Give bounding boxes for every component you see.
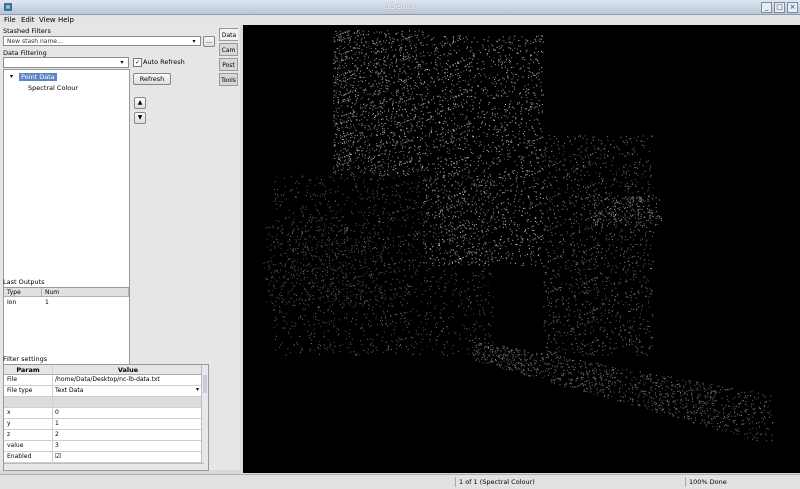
param-cell: x xyxy=(7,409,11,416)
param-cell: File xyxy=(7,376,17,383)
auto-refresh-checkbox[interactable]: ✓ xyxy=(133,58,142,67)
chevron-down-icon[interactable]: ▾ xyxy=(189,37,199,45)
filter-settings-scrollbar[interactable] xyxy=(201,365,208,471)
tab-data[interactable]: Data xyxy=(219,28,238,41)
filter-tree[interactable]: ▾ Point Data Spectral Colour xyxy=(3,69,130,297)
expand-icon[interactable]: ▾ xyxy=(10,73,13,80)
outputs-label: Last Outputs xyxy=(3,278,45,286)
filter-header-param: Param xyxy=(4,365,52,375)
param-cell: File type xyxy=(7,387,32,394)
window-title: 3Depict xyxy=(0,2,800,11)
value-cell[interactable]: 1 xyxy=(55,420,59,427)
status-bar: 1 of 1 (Spectral Colour) 100% Done xyxy=(0,474,800,489)
param-cell: y xyxy=(7,420,11,427)
outputs-cell-type: Ion xyxy=(7,299,16,306)
enabled-checkbox[interactable]: ☑ xyxy=(55,452,61,460)
tab-tools[interactable]: Tools xyxy=(219,73,238,86)
title-bar: 3Depict _ □ × xyxy=(0,0,800,15)
filter-row-y[interactable]: y 1 xyxy=(4,419,209,430)
filter-row-z[interactable]: z 2 xyxy=(4,430,209,441)
menu-file[interactable]: File xyxy=(4,16,16,24)
chevron-down-icon[interactable]: ▾ xyxy=(117,58,127,66)
filter-row-file[interactable]: File /home/Data/Desktop/nc-lb-data.txt xyxy=(4,375,209,386)
scrollbar-thumb[interactable] xyxy=(203,375,207,393)
value-cell[interactable]: 0 xyxy=(55,409,59,416)
outputs-header-type[interactable]: Type xyxy=(4,288,42,297)
maximize-icon[interactable]: □ xyxy=(774,2,785,13)
3d-viewport[interactable] xyxy=(243,25,800,473)
move-down-button[interactable]: ▼ xyxy=(134,112,146,124)
filter-row-value[interactable]: value 3 xyxy=(4,441,209,452)
filter-header-value: Value xyxy=(52,365,204,375)
param-cell: Enabled xyxy=(7,453,31,460)
value-cell[interactable]: 2 xyxy=(55,431,59,438)
menu-view[interactable]: View xyxy=(39,16,56,24)
chevron-down-icon[interactable]: ▾ xyxy=(196,386,199,393)
filter-row-enabled[interactable]: Enabled ☑ xyxy=(4,452,209,463)
column-divider xyxy=(52,365,53,471)
stash-combo[interactable]: New stash name... ▾ xyxy=(3,36,201,46)
menu-help[interactable]: Help xyxy=(58,16,74,24)
filter-settings-table: Param Value File /home/Data/Desktop/nc-l… xyxy=(3,364,209,471)
menu-bar: File Edit View Help xyxy=(0,15,800,25)
outputs-cell-num: 1 xyxy=(45,299,49,306)
left-panel: Stashed Filters New stash name... ▾ ... … xyxy=(0,25,218,470)
horizontal-scrollbar[interactable] xyxy=(4,463,204,470)
status-left xyxy=(0,477,455,487)
param-cell: z xyxy=(7,431,10,438)
filter-row-x[interactable]: x 0 xyxy=(4,408,209,419)
tree-item-point-data[interactable]: Point Data xyxy=(19,73,57,81)
filter-add-combo[interactable]: ▾ xyxy=(3,57,129,68)
filter-settings-label: Filter settings xyxy=(3,355,47,363)
minimize-icon[interactable]: _ xyxy=(761,2,772,13)
menu-edit[interactable]: Edit xyxy=(21,16,35,24)
param-cell: value xyxy=(7,442,23,449)
filter-row-separator xyxy=(4,397,209,408)
auto-refresh-label: Auto Refresh xyxy=(143,58,185,66)
point-cloud-render[interactable] xyxy=(243,25,800,473)
filtering-label: Data Filtering xyxy=(3,49,47,57)
outputs-header-num[interactable]: Num xyxy=(42,288,129,297)
tree-item-spectral-colour[interactable]: Spectral Colour xyxy=(28,84,78,92)
status-middle: 1 of 1 (Spectral Colour) xyxy=(455,477,685,487)
stash-options-button[interactable]: ... xyxy=(203,36,215,47)
stash-label: Stashed Filters xyxy=(3,27,51,35)
tab-post[interactable]: Post xyxy=(219,58,238,71)
close-icon[interactable]: × xyxy=(787,2,798,13)
value-cell[interactable]: 3 xyxy=(55,442,59,449)
tab-cam[interactable]: Cam xyxy=(219,43,238,56)
value-cell[interactable]: Text Data xyxy=(55,387,83,394)
stash-name-text: New stash name... xyxy=(7,38,63,45)
refresh-button[interactable]: Refresh xyxy=(133,73,171,85)
value-cell[interactable]: /home/Data/Desktop/nc-lb-data.txt xyxy=(55,376,160,383)
side-tabs: Data Cam Post Tools xyxy=(218,25,240,470)
filter-row-file-type[interactable]: File type Text Data ▾ xyxy=(4,386,209,397)
status-right: 100% Done xyxy=(685,477,800,487)
move-up-button[interactable]: ▲ xyxy=(134,97,146,109)
